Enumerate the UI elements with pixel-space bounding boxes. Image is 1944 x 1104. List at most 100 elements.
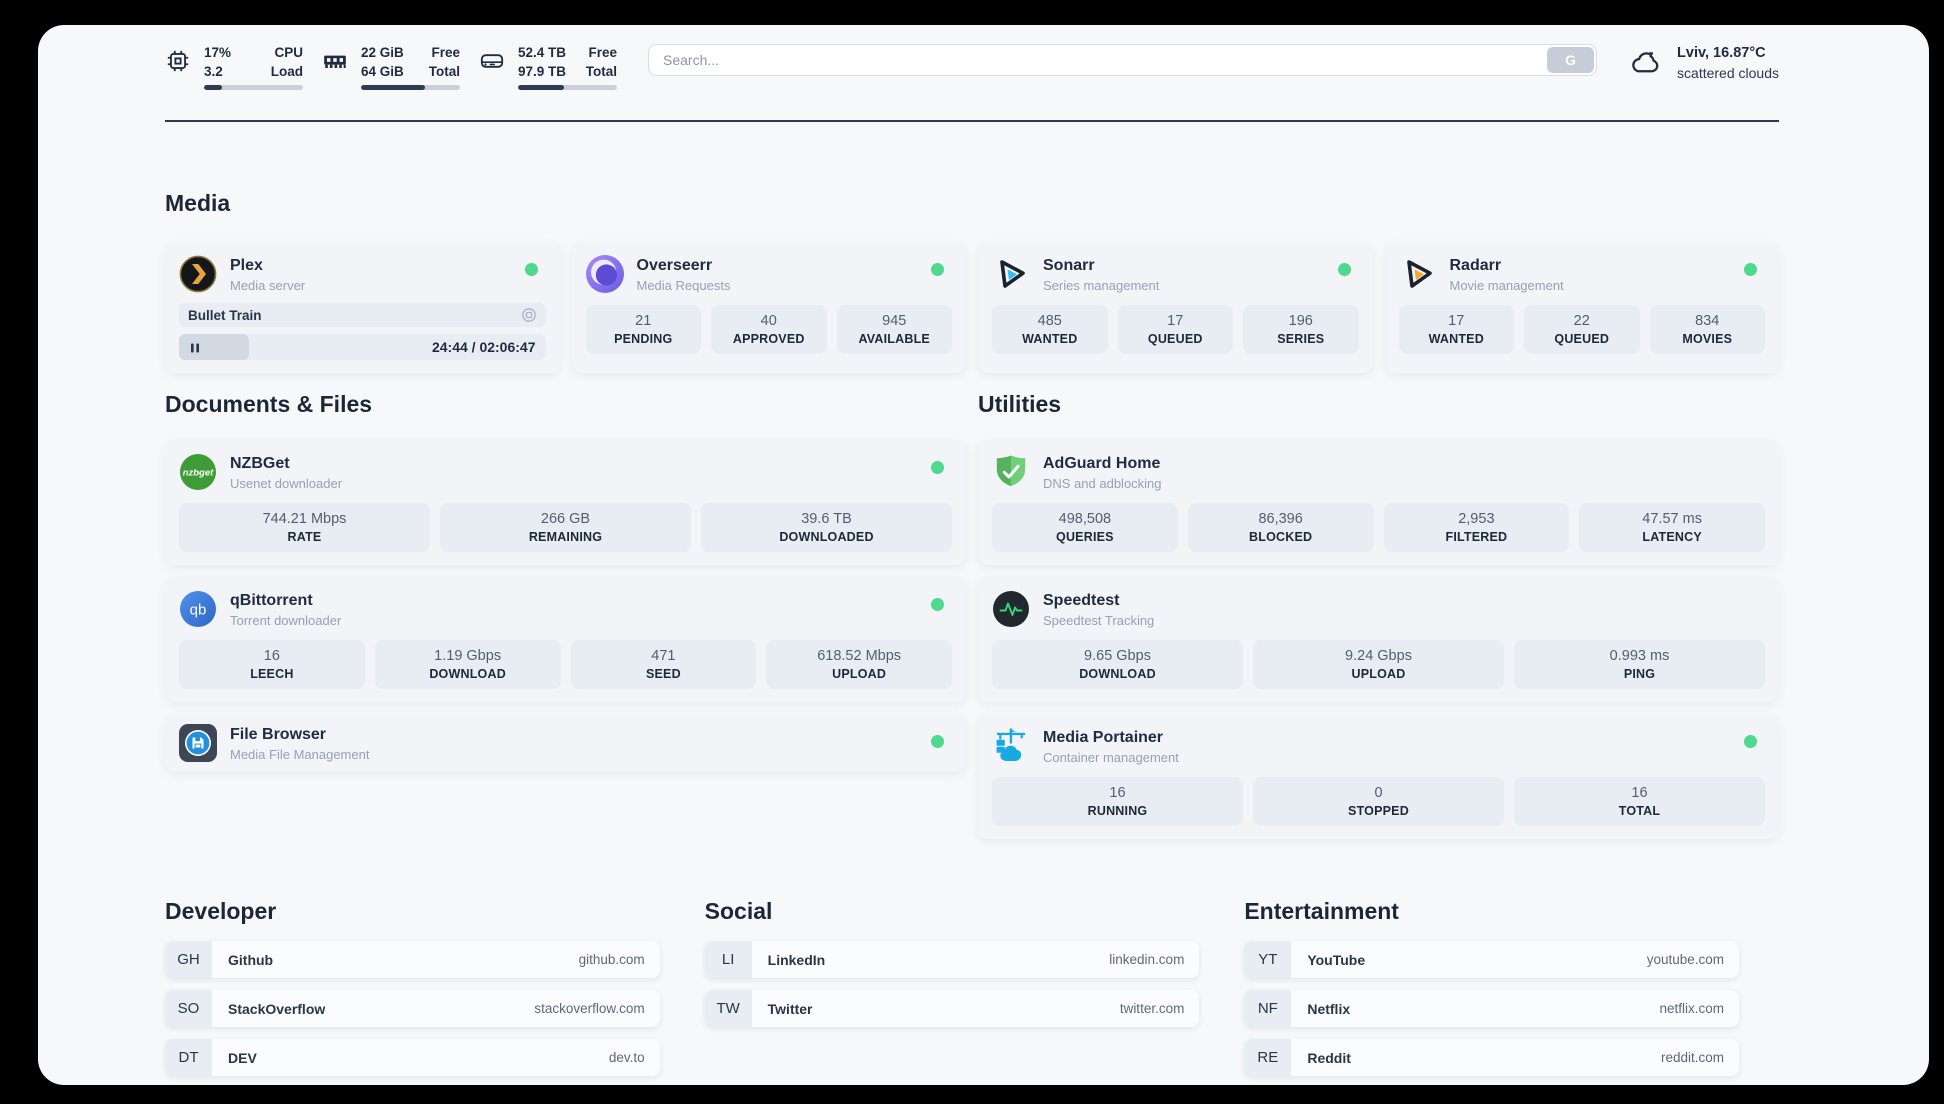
app-card-sonarr[interactable]: Sonarr Series management 485 WANTED 17 Q… — [978, 242, 1373, 374]
svg-text:qb: qb — [190, 602, 207, 619]
app-card-qbittorrent[interactable]: qb qBittorrent Torrent downloader 16 LEE… — [165, 577, 966, 703]
app-title: NZBGet — [230, 454, 290, 472]
app-card-radarr[interactable]: Radarr Movie management 17 WANTED 22 QUE… — [1384, 242, 1779, 374]
app-card-speedtest[interactable]: Speedtest Speedtest Tracking 9.65 Gbps D… — [978, 577, 1779, 703]
bookmark-abbr: NF — [1244, 990, 1292, 1028]
app-card-nzbget[interactable]: nzbget NZBGet Usenet downloader 744.21 M… — [165, 440, 966, 566]
bookmark-abbr: SO — [165, 990, 212, 1028]
bookmark-twitter[interactable]: TW Twitter twitter.com — [704, 990, 1200, 1028]
search-bar: G — [648, 44, 1598, 76]
session-view-icon[interactable] — [521, 307, 537, 323]
stat-ping: 0.993 ms PING — [1514, 640, 1765, 690]
bookmark-abbr: YT — [1244, 941, 1292, 979]
bookmark-youtube[interactable]: YT YouTube youtube.com — [1244, 941, 1739, 979]
cpu-usage-value: 17% — [204, 45, 232, 60]
bookmark-abbr: TW — [704, 990, 752, 1028]
cpu-label: CPU — [274, 45, 303, 60]
cpu-icon — [165, 48, 191, 74]
app-subtitle: DNS and adblocking — [1043, 475, 1162, 491]
memory-monitor: 22 GiB 64 GiB Free Total — [322, 43, 460, 91]
pause-icon[interactable] — [189, 341, 201, 353]
section-heading-documents: Documents & Files — [165, 391, 373, 418]
section-heading-social: Social — [704, 898, 773, 925]
disk-progress-bar — [518, 85, 617, 91]
filebrowser-icon — [179, 724, 217, 763]
media-cards-row: Plex Media server Bullet Train 24:44 / 0… — [165, 242, 1779, 374]
memory-progress-bar — [361, 85, 460, 91]
status-dot — [524, 263, 538, 277]
stat-filtered: 2,953 FILTERED — [1383, 503, 1570, 553]
app-title: Media Portainer — [1043, 728, 1164, 746]
topbar-divider — [165, 120, 1779, 123]
bookmark-github[interactable]: GH Github github.com — [165, 941, 660, 979]
app-subtitle: Container management — [1043, 749, 1179, 765]
stat-queries: 498,508 QUERIES — [992, 503, 1178, 553]
stat-upload: 618.52 Mbps UPLOAD — [766, 640, 952, 690]
cpu-monitor: 17% 3.2 CPU Load — [165, 43, 303, 91]
app-card-portainer[interactable]: Media Portainer Container management 16 … — [978, 714, 1779, 840]
stat-blocked: 86,396 BLOCKED — [1187, 503, 1374, 553]
app-title: AdGuard Home — [1043, 454, 1161, 472]
utilities-column: Utilities AdGuard Home DNS and adblockin… — [978, 373, 1779, 851]
memory-icon — [322, 48, 348, 74]
app-title: Radarr — [1449, 256, 1502, 274]
stat-approved: 40 APPROVED — [711, 305, 827, 355]
nzbget-icon: nzbget — [179, 453, 217, 491]
weather-location-temp: Lviv, 16.87°C — [1677, 45, 1766, 61]
app-subtitle: Series management — [1043, 277, 1160, 293]
cpu-load-label: Load — [270, 64, 303, 80]
portainer-icon — [992, 727, 1030, 765]
memory-total-label: Total — [428, 64, 460, 80]
disk-total-label: Total — [585, 64, 617, 80]
disk-free-value: 52.4 TB — [518, 45, 567, 60]
cloud-icon — [1627, 45, 1664, 79]
bookmark-abbr: LI — [704, 941, 752, 979]
dashboard-page: 17% 3.2 CPU Load 22 GiB 64 GiB Free Tota… — [38, 25, 1929, 1085]
stat-series: 196 SERIES — [1243, 305, 1359, 355]
search-engine-button[interactable]: G — [1547, 47, 1595, 73]
stat-downloaded: 39.6 TB DOWNLOADED — [701, 503, 952, 553]
bookmark-reddit[interactable]: RE Reddit reddit.com — [1244, 1039, 1739, 1077]
radarr-icon — [1399, 255, 1437, 293]
plex-icon — [179, 255, 217, 293]
disk-total-value: 97.9 TB — [518, 64, 567, 80]
bookmark-group-entertainment: Entertainment YT YouTube youtube.com NF … — [1244, 898, 1739, 1085]
stat-stopped: 0 STOPPED — [1253, 777, 1504, 827]
app-card-filebrowser[interactable]: File Browser Media File Management — [165, 714, 966, 773]
stat-queued: 22 QUEUED — [1524, 305, 1640, 355]
now-playing-title-row: Bullet Train — [179, 303, 546, 328]
bookmark-netflix[interactable]: NF Netflix netflix.com — [1244, 990, 1739, 1028]
speedtest-icon — [992, 590, 1030, 628]
stat-leech: 16 LEECH — [179, 640, 365, 690]
bookmark-group-social: Social LI LinkedIn linkedin.com TW Twitt… — [704, 898, 1200, 1085]
bookmark-linkedin[interactable]: LI LinkedIn linkedin.com — [704, 941, 1200, 979]
bookmark-dev[interactable]: DT DEV dev.to — [165, 1039, 660, 1077]
app-card-overseerr[interactable]: Overseerr Media Requests 21 PENDING 40 A… — [571, 242, 966, 374]
app-card-adguard[interactable]: AdGuard Home DNS and adblocking 498,508 … — [978, 440, 1779, 566]
search-input[interactable] — [648, 44, 1598, 76]
stat-available: 945 AVAILABLE — [836, 305, 952, 355]
bookmark-url: youtube.com — [1646, 952, 1724, 968]
section-heading-entertainment: Entertainment — [1244, 898, 1399, 925]
bookmark-url: netflix.com — [1659, 1001, 1724, 1017]
app-title: Overseerr — [636, 256, 713, 274]
stat-remaining: 266 GB REMAINING — [440, 503, 691, 553]
svg-text:nzbget: nzbget — [183, 468, 214, 479]
stat-wanted: 17 WANTED — [1398, 305, 1514, 355]
bookmark-url: twitter.com — [1119, 1001, 1185, 1017]
bookmark-url: reddit.com — [1660, 1050, 1724, 1066]
adguard-icon — [992, 453, 1030, 491]
bookmark-abbr: RE — [1244, 1039, 1292, 1077]
bookmark-url: stackoverflow.com — [534, 1001, 645, 1017]
memory-free-label: Free — [431, 45, 460, 60]
app-card-plex[interactable]: Plex Media server Bullet Train 24:44 / 0… — [165, 242, 560, 374]
memory-total-value: 64 GiB — [361, 64, 404, 80]
playback-time: 24:44 / 02:06:47 — [431, 339, 536, 356]
weather-widget: Lviv, 16.87°C scattered clouds — [1627, 43, 1779, 84]
cpu-progress-bar — [204, 85, 303, 91]
section-heading-media: Media — [165, 190, 231, 217]
disk-icon — [479, 48, 505, 74]
qbittorrent-icon: qb — [179, 590, 217, 628]
bookmark-stackoverflow[interactable]: SO StackOverflow stackoverflow.com — [165, 990, 660, 1028]
bookmark-group-developer: Developer GH Github github.com SO StackO… — [165, 898, 660, 1085]
